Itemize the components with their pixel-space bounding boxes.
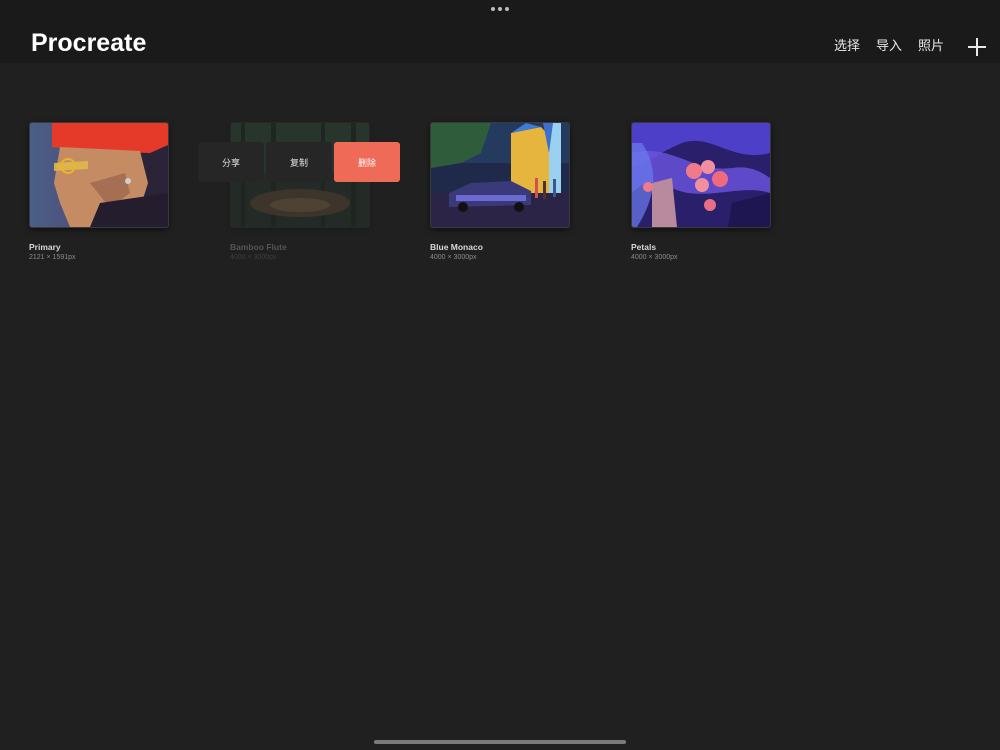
artwork-title: Primary [29,242,61,252]
petals-thumbnail-image [632,123,770,227]
artwork-context-menu: 分享 复制 删除 [198,142,400,182]
delete-button[interactable]: 删除 [334,142,400,182]
duplicate-button[interactable]: 复制 [266,142,332,182]
artwork-thumbnail[interactable] [430,122,570,228]
select-button[interactable]: 选择 [834,37,860,57]
app-title: Procreate [31,29,147,57]
street-scene-thumbnail-image [431,123,569,227]
artwork-size: 4000 × 3000px [430,254,477,261]
artwork-size: 4000 × 3000px [230,254,277,261]
artwork-grid: Primary 2121 × 1591px Bamboo Flute 4000 … [0,63,1000,750]
artwork-size: 2121 × 1591px [29,254,76,261]
artwork-thumbnail[interactable] [29,122,169,228]
artwork-size: 4000 × 3000px [631,254,678,261]
import-button[interactable]: 导入 [876,37,902,57]
artwork-title: Bamboo Flute [230,242,287,252]
portrait-thumbnail-image [30,123,168,227]
multitask-dots-icon[interactable] [491,7,509,11]
artwork-title: Petals [631,242,657,252]
add-artwork-button[interactable] [968,38,986,56]
artwork-title: Blue Monaco [430,242,483,252]
gallery-screen: Procreate 选择 导入 照片 Primary 2121 × 1591px… [0,0,1000,750]
top-actions: 选择 导入 照片 [834,37,986,57]
home-indicator[interactable] [374,740,626,744]
artwork-item-blue-monaco[interactable]: Blue Monaco 4000 × 3000px [430,122,570,262]
artwork-item-petals[interactable]: Petals 4000 × 3000px [631,122,771,262]
photos-button[interactable]: 照片 [918,37,944,57]
share-button[interactable]: 分享 [198,142,264,182]
artwork-item-primary[interactable]: Primary 2121 × 1591px [29,122,169,262]
top-bar: Procreate 选择 导入 照片 [0,0,1000,63]
artwork-thumbnail[interactable] [631,122,771,228]
